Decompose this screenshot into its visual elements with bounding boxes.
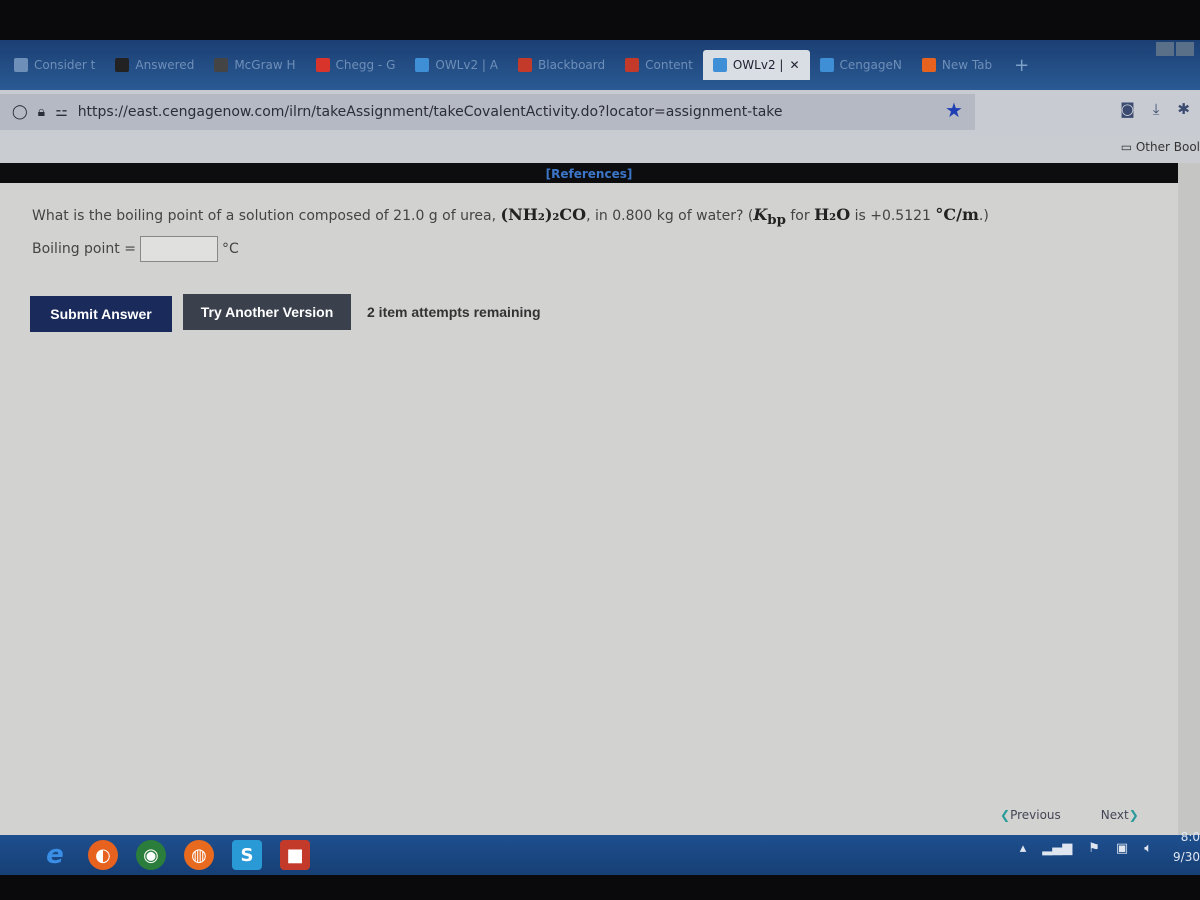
chevron-right-icon: ❯ bbox=[1128, 808, 1139, 822]
tab-label: McGraw H bbox=[234, 58, 296, 72]
extensions-icon[interactable]: ✱ bbox=[1177, 100, 1190, 118]
question-text: What is the boiling point of a solution … bbox=[32, 205, 989, 228]
flag-icon[interactable]: ⚑ bbox=[1088, 841, 1100, 856]
office-icon[interactable]: ■ bbox=[280, 840, 310, 870]
references-link[interactable]: [References] bbox=[546, 167, 633, 181]
close-tab-icon[interactable]: ✕ bbox=[789, 58, 799, 72]
show-hidden-icon[interactable]: ▴ bbox=[1020, 841, 1027, 856]
tab-label: OWLv2 | A bbox=[435, 58, 498, 72]
urea-formula: (NH₂)₂CO bbox=[500, 205, 587, 224]
tab-label: OWLv2 | bbox=[732, 58, 784, 72]
bookmarks-bar: ▭ Other Bool bbox=[0, 136, 1200, 163]
references-bar: [References] bbox=[0, 163, 1178, 183]
time: 8:0 bbox=[1180, 830, 1200, 844]
question-content: What is the boiling point of a solution … bbox=[0, 183, 1178, 835]
tab-9[interactable]: New Tab bbox=[912, 50, 1002, 80]
kbp-subscript: bp bbox=[767, 212, 786, 229]
q-middle: , in 0.800 kg of water? ( bbox=[586, 208, 754, 224]
address-bar[interactable]: ◯ 🔒︎ ⚍ https://east.cengagenow.com/ilrn/… bbox=[0, 94, 975, 130]
tab-favicon-icon bbox=[819, 58, 834, 72]
minimize-button[interactable] bbox=[1156, 42, 1174, 56]
kbp-symbol: K bbox=[753, 205, 768, 224]
boiling-point-row: Boiling point = °C bbox=[32, 236, 239, 262]
other-bookmarks[interactable]: ▭ Other Bool bbox=[1121, 140, 1200, 154]
restore-button[interactable] bbox=[1176, 42, 1194, 56]
tab-favicon-icon bbox=[625, 58, 640, 72]
submit-answer-button[interactable]: Submit Answer bbox=[30, 296, 172, 332]
date: 9/30 bbox=[1173, 850, 1200, 864]
tab-label: Blackboard bbox=[538, 58, 606, 72]
tab-label: Content bbox=[645, 58, 693, 72]
internet-explorer-icon[interactable]: e bbox=[40, 840, 70, 870]
tab-0[interactable]: Consider t bbox=[4, 50, 105, 80]
try-another-version-button[interactable]: Try Another Version bbox=[183, 294, 351, 330]
lock-icon: 🔒︎ bbox=[37, 104, 46, 120]
boiling-point-input[interactable] bbox=[139, 236, 218, 262]
tab-label: Chegg - G bbox=[335, 58, 396, 72]
q-for: for bbox=[785, 208, 815, 224]
skype-icon[interactable]: S bbox=[232, 840, 262, 870]
url-text[interactable]: https://east.cengagenow.com/ilrn/takeAss… bbox=[78, 104, 783, 120]
previous-link[interactable]: ❮Previous bbox=[1000, 808, 1061, 822]
tab-favicon-icon bbox=[518, 58, 532, 72]
firefox-icon[interactable]: ◍ bbox=[184, 840, 214, 870]
tab-favicon-icon bbox=[14, 58, 28, 72]
next-label: Next bbox=[1100, 808, 1129, 822]
power-icon[interactable]: ▣ bbox=[1116, 841, 1128, 856]
q-prefix: What is the boiling point of a solution … bbox=[32, 208, 501, 224]
tab-favicon-icon bbox=[115, 58, 130, 72]
attempts-remaining: 2 item attempts remaining bbox=[367, 304, 541, 320]
previous-label: Previous bbox=[1010, 808, 1061, 822]
shield-icon: ◯ bbox=[12, 104, 28, 120]
volume-icon[interactable]: 🔈︎ bbox=[1144, 841, 1152, 856]
q-end: .) bbox=[978, 208, 989, 224]
boiling-point-label: Boiling point = bbox=[32, 241, 136, 257]
permissions-icon: ⚍ bbox=[55, 104, 68, 120]
app-icon[interactable]: ◐ bbox=[88, 840, 118, 870]
tab-label: Answered bbox=[135, 58, 195, 72]
tab-label: Consider t bbox=[34, 58, 96, 72]
tab-favicon-icon bbox=[921, 58, 936, 72]
chrome-icon[interactable]: ◉ bbox=[136, 840, 166, 870]
system-tray: ▴ ▂▄▆ ⚑ ▣ 🔈︎ bbox=[1020, 841, 1152, 856]
q-is: is +0.5121 bbox=[850, 208, 936, 224]
new-tab-button[interactable]: + bbox=[1002, 55, 1041, 76]
pocket-icon[interactable]: ◙ bbox=[1120, 100, 1135, 118]
tab-8[interactable]: CengageN bbox=[810, 50, 912, 80]
signal-icon[interactable]: ▂▄▆ bbox=[1042, 841, 1072, 856]
window-controls[interactable] bbox=[1156, 42, 1194, 56]
tab-2[interactable]: McGraw H bbox=[204, 50, 305, 80]
scrollbar[interactable] bbox=[1178, 163, 1200, 835]
tab-label: New Tab bbox=[941, 58, 993, 72]
water-formula: H₂O bbox=[814, 205, 851, 224]
bookmark-star-icon[interactable]: ★ bbox=[945, 98, 963, 122]
other-bookmarks-label: Other Bool bbox=[1135, 140, 1200, 154]
kbp-unit: °C/m bbox=[935, 205, 979, 224]
tab-favicon-icon bbox=[214, 58, 229, 72]
clock[interactable]: 8:0 9/30 bbox=[1173, 827, 1200, 867]
tab-4[interactable]: OWLv2 | A bbox=[405, 50, 508, 80]
tab-1[interactable]: Answered bbox=[105, 50, 204, 80]
tab-bar: Consider t Answered McGraw H Chegg - G OWLv2… bbox=[0, 40, 1200, 90]
pager: ❮Previous Next❯ bbox=[1000, 808, 1139, 822]
tab-favicon-icon bbox=[315, 58, 330, 72]
tab-7[interactable]: OWLv2 | ✕ bbox=[702, 50, 810, 80]
tab-6[interactable]: Content bbox=[615, 50, 703, 80]
tab-label: CengageN bbox=[839, 58, 902, 72]
navigation-bar: ◯ 🔒︎ ⚍ https://east.cengagenow.com/ilrn/… bbox=[0, 90, 1200, 136]
next-link[interactable]: Next❯ bbox=[1101, 808, 1139, 822]
taskbar: e ◐ ◉ ◍ S ■ ▴ ▂▄▆ ⚑ ▣ 🔈︎ 8:0 9/30 bbox=[0, 830, 1200, 875]
boiling-point-unit: °C bbox=[221, 241, 239, 257]
download-icon[interactable]: ⤓ bbox=[1153, 100, 1160, 118]
tab-5[interactable]: Blackboard bbox=[508, 50, 615, 80]
tab-favicon-icon bbox=[712, 58, 727, 72]
tab-favicon-icon bbox=[415, 58, 430, 72]
chevron-left-icon: ❮ bbox=[1000, 808, 1011, 822]
tab-3[interactable]: Chegg - G bbox=[306, 50, 406, 80]
